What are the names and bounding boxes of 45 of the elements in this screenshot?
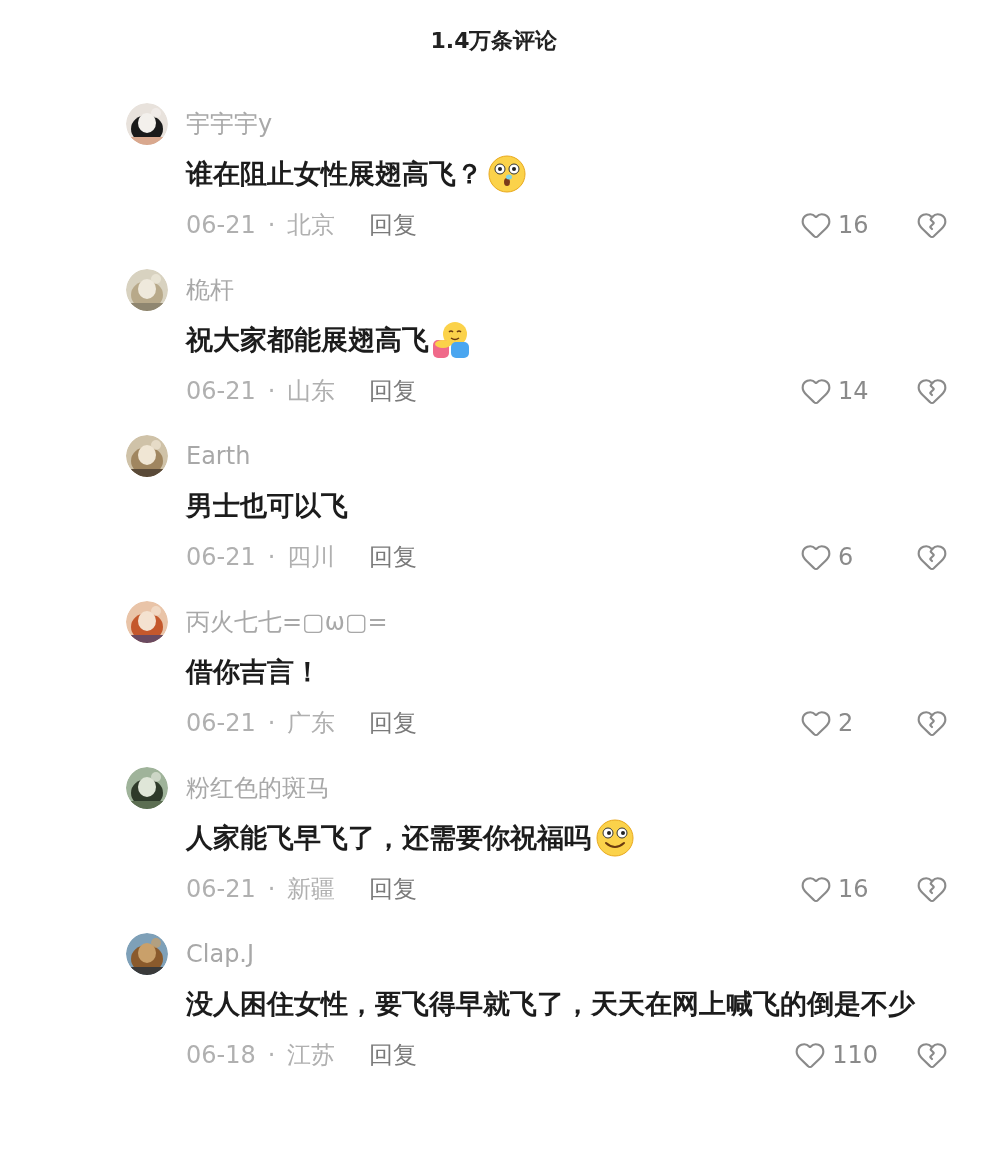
reply-button[interactable]: 回复 (369, 539, 418, 575)
emoji-icon (595, 818, 635, 858)
like-count: 16 (838, 210, 870, 241)
comment-location: 山东 (287, 376, 336, 407)
comment-text: 借你吉言！ (186, 655, 321, 689)
comment-text: 没人困住女性，要飞得早就飞了，天天在网上喊飞的倒是不少 (186, 987, 915, 1021)
separator-dot: · (267, 874, 276, 905)
separator-dot: · (267, 210, 276, 241)
comment-date: 06-21 (186, 542, 256, 573)
like-count: 14 (838, 376, 870, 407)
reply-button[interactable]: 回复 (369, 373, 418, 409)
comment-location: 四川 (287, 542, 336, 573)
comment-date: 06-21 (186, 376, 256, 407)
reply-button[interactable]: 回复 (369, 207, 418, 243)
reply-button[interactable]: 回复 (369, 705, 418, 741)
comment-text: 人家能飞早飞了，还需要你祝福吗 (186, 821, 591, 855)
username[interactable]: 丙火七七=▢ω▢= (186, 601, 388, 643)
username[interactable]: 粉红色的斑马 (186, 767, 330, 809)
comment-date: 06-21 (186, 708, 256, 739)
comment-date: 06-21 (186, 210, 256, 241)
like-count: 16 (838, 874, 870, 905)
username[interactable]: 桅杆 (186, 269, 234, 311)
separator-dot: · (267, 1040, 276, 1071)
username[interactable]: Earth (186, 435, 251, 477)
comment-date: 06-18 (186, 1040, 256, 1071)
reply-button[interactable]: 回复 (369, 1037, 418, 1073)
separator-dot: · (267, 376, 276, 407)
emoji-icon (487, 154, 527, 194)
comment-location: 北京 (287, 210, 336, 241)
separator-dot: · (267, 708, 276, 739)
reply-button[interactable]: 回复 (369, 871, 418, 907)
comment-text: 谁在阻止女性展翅高飞？ (186, 157, 483, 191)
comment-location: 新疆 (287, 874, 336, 905)
username[interactable]: 宇宇宇y (186, 103, 273, 145)
comment-text: 祝大家都能展翅高飞 (186, 323, 429, 357)
like-count: 110 (832, 1040, 878, 1071)
like-count: 6 (838, 542, 855, 573)
username[interactable]: Clap.J (186, 933, 255, 975)
comments-title: 1.4万条评论 (429, 27, 559, 55)
comment-location: 广东 (287, 708, 336, 739)
comment-text: 男士也可以飞 (186, 489, 348, 523)
like-count: 2 (838, 708, 855, 739)
separator-dot: · (267, 542, 276, 573)
comment-location: 江苏 (287, 1040, 336, 1071)
comment-date: 06-21 (186, 874, 256, 905)
